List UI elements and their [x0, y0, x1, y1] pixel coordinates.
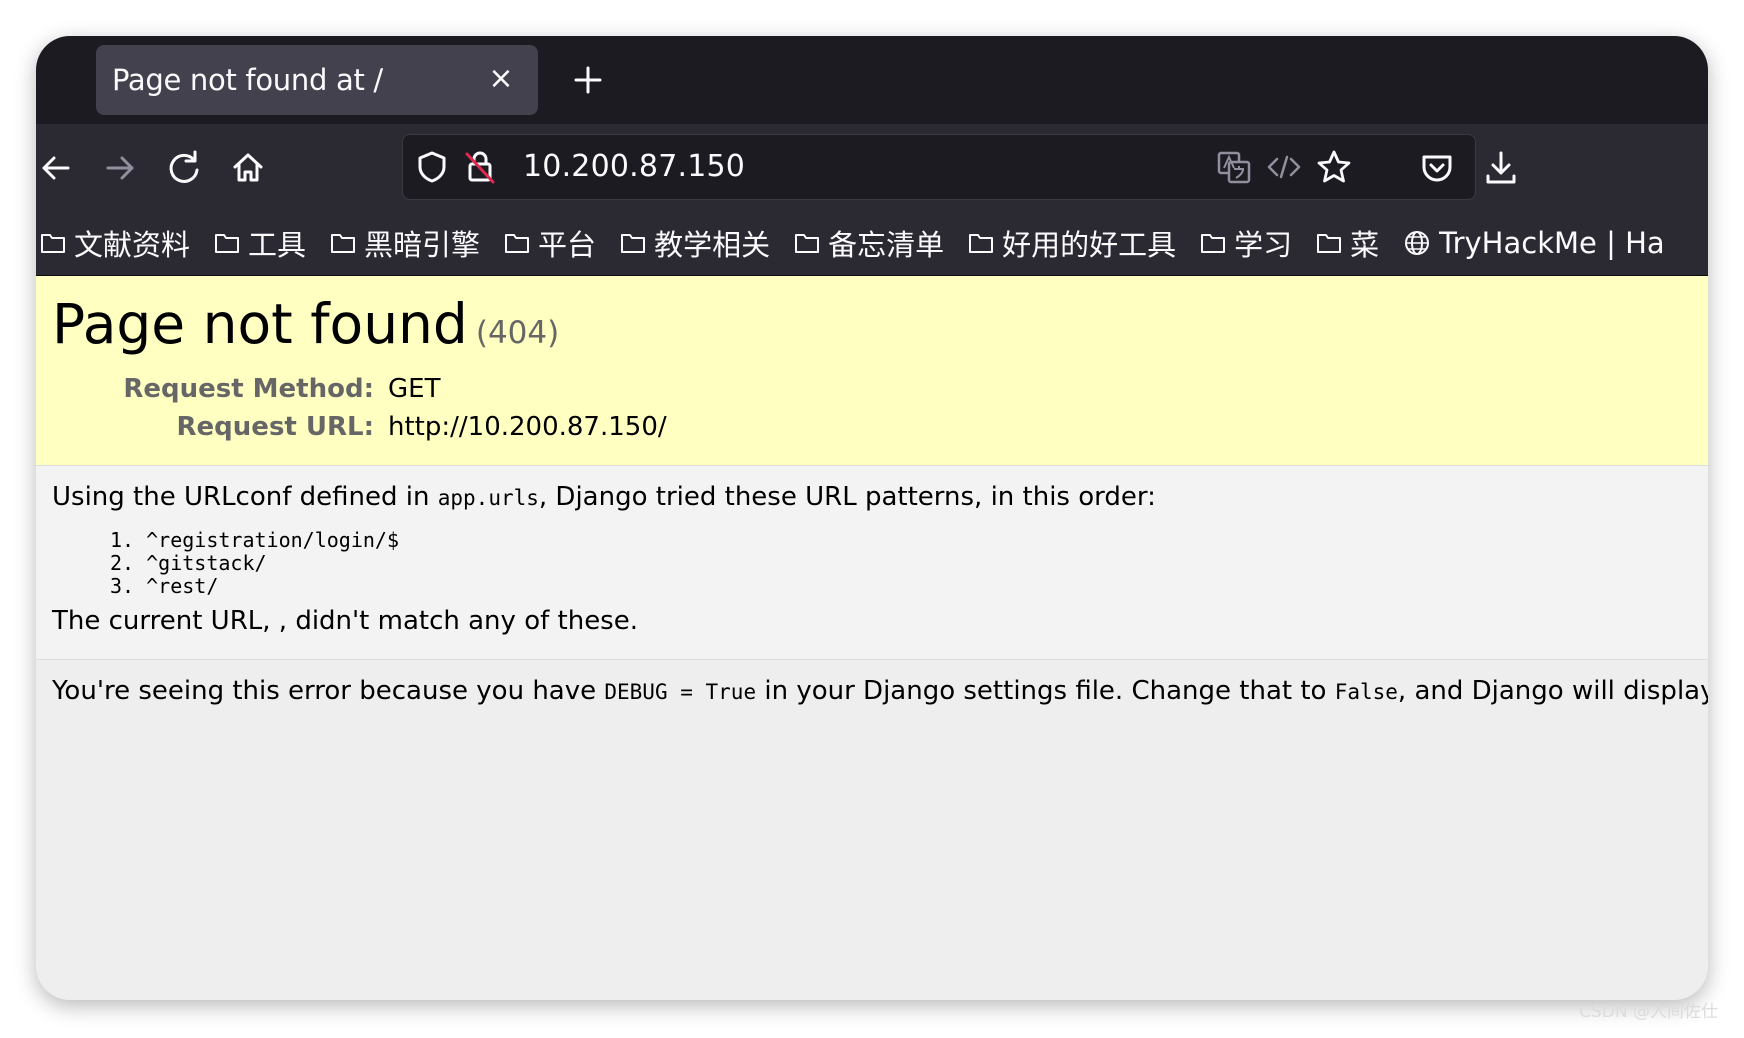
debug-setting: DEBUG = True	[604, 680, 757, 704]
folder-icon	[1201, 233, 1226, 253]
bookmark-label: 菜	[1350, 227, 1380, 262]
reload-icon[interactable]	[158, 142, 210, 194]
bookmark-folder[interactable]: 平台	[504, 222, 596, 264]
address-bar[interactable]: 10.200.87.150	[402, 134, 1476, 200]
debug-explanation: You're seeing this error because you hav…	[52, 676, 1708, 706]
urlconf-module: app.urls	[437, 486, 539, 510]
folder-icon	[215, 233, 240, 253]
home-icon[interactable]	[222, 142, 274, 194]
bookmark-folder[interactable]: 学习	[1200, 222, 1292, 264]
status-code: (404)	[475, 315, 560, 351]
tab-close-icon[interactable]: ×	[484, 63, 518, 97]
translate-icon[interactable]	[1209, 142, 1259, 192]
urlconf-sentence: Using the URLconf defined in app.urls, D…	[52, 482, 1156, 512]
request-method-label: Request Method:	[123, 374, 374, 404]
request-url-label: Request URL:	[176, 412, 374, 442]
globe-icon	[1405, 230, 1430, 255]
url-pattern-item: 2. ^gitstack/	[110, 551, 267, 575]
url-pattern-item: 1. ^registration/login/$	[110, 528, 399, 552]
debug-false-value: False	[1334, 680, 1398, 704]
urlconf-suffix: , Django tried these URL patterns, in th…	[538, 482, 1156, 512]
shield-icon[interactable]	[407, 142, 457, 192]
pocket-icon[interactable]	[1411, 142, 1463, 194]
bookmark-folder[interactable]: 工具	[214, 222, 306, 264]
active-tab[interactable]: Page not found at / ×	[96, 45, 538, 115]
tab-strip: Page not found at / ×	[36, 36, 1708, 124]
folder-icon	[621, 233, 646, 253]
bookmark-folder[interactable]: 教学相关	[620, 222, 770, 264]
folder-icon	[1317, 233, 1342, 253]
folder-icon	[969, 233, 994, 253]
url-text[interactable]: 10.200.87.150	[523, 149, 745, 184]
bookmark-label: 好用的好工具	[1002, 227, 1177, 262]
bookmark-label: 备忘清单	[828, 227, 945, 262]
new-tab-icon[interactable]	[560, 52, 616, 108]
browser-window: Page not found at / × 10.200.87.150 文献资料…	[36, 36, 1708, 1000]
bookmark-folder[interactable]: 备忘清单	[794, 222, 944, 264]
debug-prefix: You're seeing this error because you hav…	[52, 676, 605, 706]
download-icon[interactable]	[1475, 142, 1527, 194]
insecure-lock-icon[interactable]	[455, 142, 505, 192]
bookmark-label: 黑暗引擎	[364, 227, 481, 262]
request-method-value: GET	[388, 374, 441, 404]
folder-icon	[331, 233, 356, 253]
folder-icon	[505, 233, 530, 253]
tab-title: Page not found at /	[112, 63, 383, 97]
url-pattern-item: 3. ^rest/	[110, 574, 219, 598]
bookmark-label: TryHackMe | Ha	[1439, 225, 1665, 260]
urlconf-prefix: Using the URLconf defined in	[52, 482, 438, 512]
bookmarks-toolbar: 文献资料 工具 黑暗引擎 平台 教学相关 备忘清单 好用的好工具 学习 菜 Tr…	[36, 210, 1708, 276]
error-summary: Page not found (404) Request Method: GET …	[36, 276, 1708, 466]
page-title: Page not found (404)	[52, 292, 559, 356]
debug-middle: in your Django settings file. Change tha…	[756, 676, 1335, 706]
bookmark-folder[interactable]: 文献资料	[40, 222, 190, 264]
page-content: Page not found (404) Request Method: GET …	[36, 276, 1708, 1000]
bookmark-label: 工具	[248, 227, 307, 262]
bookmark-label: 文献资料	[74, 227, 191, 262]
bookmark-label: 学习	[1234, 227, 1293, 262]
watermark: CSDN @人间佐仕	[1579, 1002, 1718, 1022]
page-heading: Page not found	[52, 292, 468, 356]
url-patterns-info: Using the URLconf defined in app.urls, D…	[36, 466, 1708, 660]
folder-icon	[795, 233, 820, 253]
bookmark-folder[interactable]: 黑暗引擎	[330, 222, 480, 264]
request-url-value: http://10.200.87.150/	[388, 412, 667, 442]
bookmark-star-icon[interactable]	[1309, 142, 1359, 192]
bookmark-folder[interactable]: 好用的好工具	[968, 222, 1176, 264]
code-icon[interactable]	[1259, 142, 1309, 192]
debug-suffix: , and Django will display	[1397, 676, 1708, 706]
forward-arrow-icon[interactable]	[94, 142, 146, 194]
bookmark-folder[interactable]: 菜	[1316, 222, 1379, 264]
navigation-bar: 10.200.87.150	[36, 124, 1708, 210]
no-match-message: The current URL, , didn't match any of t…	[52, 606, 638, 636]
bookmark-label: 平台	[538, 227, 597, 262]
bookmark-label: 教学相关	[654, 227, 771, 262]
back-arrow-icon[interactable]	[36, 142, 82, 194]
bookmark-link[interactable]: TryHackMe | Ha	[1403, 226, 1665, 260]
folder-icon	[41, 233, 65, 253]
